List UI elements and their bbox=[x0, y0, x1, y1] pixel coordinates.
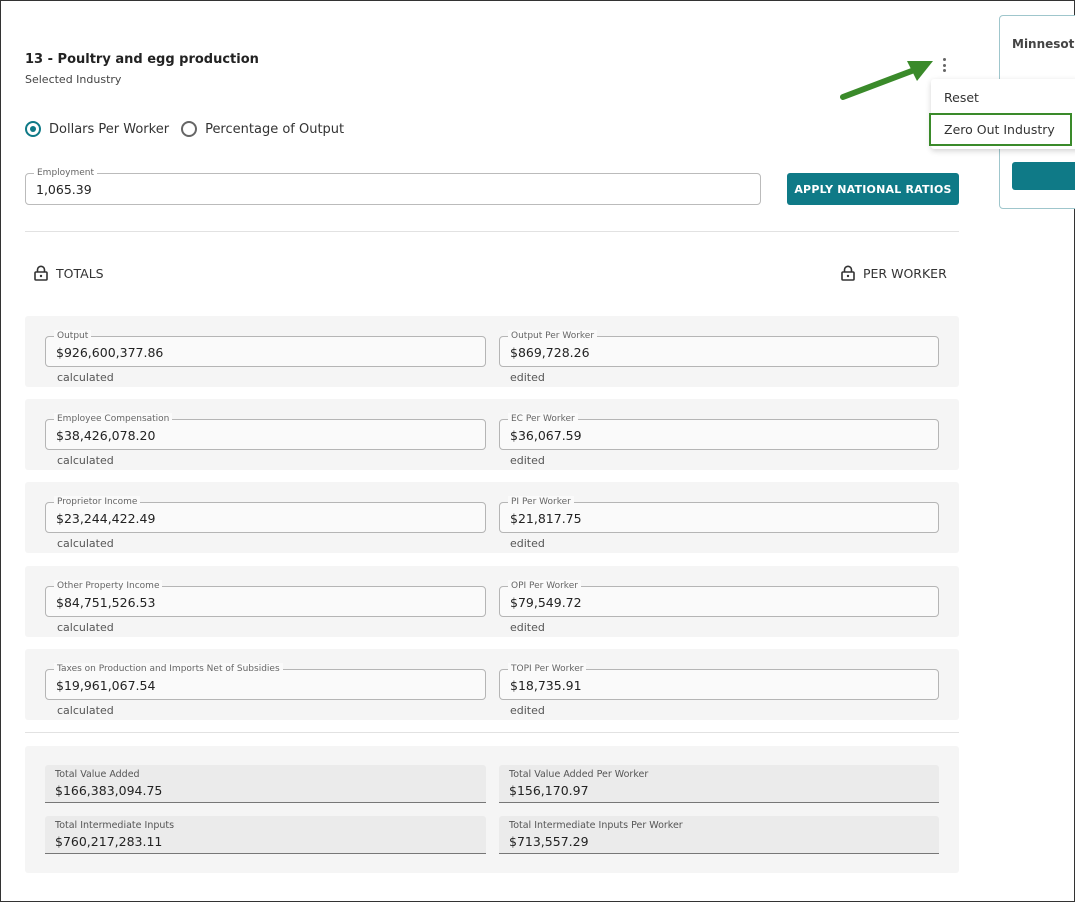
lock-icon bbox=[34, 265, 48, 281]
menu-item-zero-out-industry[interactable]: Zero Out Industry bbox=[929, 113, 1072, 146]
total-intermediate-inputs-field: Total Intermediate Inputs $760,217,283.1… bbox=[45, 816, 486, 854]
percentage-of-output-label[interactable]: Percentage of Output bbox=[205, 122, 344, 137]
field-value: $166,383,094.75 bbox=[55, 783, 163, 798]
field-label: Output Per Worker bbox=[508, 330, 598, 342]
total-value-added-field: Total Value Added $166,383,094.75 bbox=[45, 765, 486, 803]
more-options-icon[interactable] bbox=[937, 56, 951, 74]
output-total-field[interactable]: Output $926,600,377.86 bbox=[45, 330, 486, 367]
field-value: $156,170.97 bbox=[509, 783, 589, 798]
proprietor-income-row: Proprietor Income $23,244,422.49 calcula… bbox=[25, 482, 959, 553]
status-text: edited bbox=[510, 537, 545, 550]
output-row: Output $926,600,377.86 calculated Output… bbox=[25, 316, 959, 387]
employment-label: Employment bbox=[34, 167, 98, 179]
per-worker-label: PER WORKER bbox=[863, 265, 947, 281]
pi-per-worker-field[interactable]: PI Per Worker $21,817.75 bbox=[499, 496, 939, 533]
field-value: $713,557.29 bbox=[509, 834, 589, 849]
field-label: Proprietor Income bbox=[54, 496, 141, 508]
field-value: $18,735.91 bbox=[510, 678, 582, 693]
mode-radio-group: Dollars Per Worker Percentage of Output bbox=[25, 121, 356, 137]
field-value: $926,600,377.86 bbox=[56, 345, 164, 360]
context-menu: Reset Zero Out Industry bbox=[929, 79, 1075, 149]
other-property-income-field[interactable]: Other Property Income $84,751,526.53 bbox=[45, 580, 486, 617]
industry-title: 13 - Poultry and egg production bbox=[25, 52, 259, 67]
divider bbox=[25, 732, 959, 733]
other-property-income-row: Other Property Income $84,751,526.53 cal… bbox=[25, 566, 959, 637]
status-text: edited bbox=[510, 454, 545, 467]
apply-national-ratios-button[interactable]: APPLY NATIONAL RATIOS bbox=[787, 173, 959, 205]
field-value: $84,751,526.53 bbox=[56, 595, 156, 610]
status-text: calculated bbox=[57, 371, 114, 384]
field-label: PI Per Worker bbox=[508, 496, 574, 508]
opi-per-worker-field[interactable]: OPI Per Worker $79,549.72 bbox=[499, 580, 939, 617]
taxes-row: Taxes on Production and Imports Net of S… bbox=[25, 649, 959, 720]
field-label: Employee Compensation bbox=[54, 413, 173, 425]
field-label: TOPI Per Worker bbox=[508, 663, 587, 675]
region-card-button[interactable] bbox=[1012, 162, 1075, 190]
field-label: EC Per Worker bbox=[508, 413, 578, 425]
field-value: $760,217,283.11 bbox=[55, 834, 163, 849]
ec-per-worker-field[interactable]: EC Per Worker $36,067.59 bbox=[499, 413, 939, 450]
employee-compensation-field[interactable]: Employee Compensation $38,426,078.20 bbox=[45, 413, 486, 450]
region-card-title: Minnesot bbox=[1012, 37, 1075, 51]
topi-per-worker-field[interactable]: TOPI Per Worker $18,735.91 bbox=[499, 663, 939, 700]
output-per-worker-field[interactable]: Output Per Worker $869,728.26 bbox=[499, 330, 939, 367]
totals-lock-toggle[interactable]: TOTALS bbox=[34, 265, 104, 281]
status-text: edited bbox=[510, 621, 545, 634]
taxes-field[interactable]: Taxes on Production and Imports Net of S… bbox=[45, 663, 486, 700]
divider bbox=[25, 231, 959, 232]
industry-subtitle: Selected Industry bbox=[25, 73, 122, 86]
status-text: calculated bbox=[57, 704, 114, 717]
annotation-arrow-icon bbox=[840, 61, 933, 100]
field-value: $38,426,078.20 bbox=[56, 428, 156, 443]
per-worker-lock-toggle[interactable]: PER WORKER bbox=[841, 265, 947, 281]
field-value: $79,549.72 bbox=[510, 595, 582, 610]
total-value-added-per-worker-field: Total Value Added Per Worker $156,170.97 bbox=[499, 765, 939, 803]
status-text: edited bbox=[510, 704, 545, 717]
field-label: Total Value Added bbox=[55, 769, 140, 780]
total-intermediate-inputs-per-worker-field: Total Intermediate Inputs Per Worker $71… bbox=[499, 816, 939, 854]
employee-compensation-row: Employee Compensation $38,426,078.20 cal… bbox=[25, 399, 959, 470]
dollars-per-worker-radio[interactable] bbox=[25, 121, 41, 137]
field-value: $869,728.26 bbox=[510, 345, 590, 360]
field-label: Output bbox=[54, 330, 92, 342]
employment-field[interactable]: Employment 1,065.39 bbox=[25, 167, 761, 205]
field-value: $36,067.59 bbox=[510, 428, 582, 443]
field-value: $21,817.75 bbox=[510, 511, 582, 526]
field-label: OPI Per Worker bbox=[508, 580, 581, 592]
status-text: edited bbox=[510, 371, 545, 384]
field-label: Total Intermediate Inputs Per Worker bbox=[509, 820, 683, 831]
employment-value: 1,065.39 bbox=[36, 182, 92, 197]
field-label: Taxes on Production and Imports Net of S… bbox=[54, 663, 283, 675]
dollars-per-worker-label[interactable]: Dollars Per Worker bbox=[49, 122, 169, 137]
summary-block: Total Value Added $166,383,094.75 Total … bbox=[25, 746, 959, 873]
lock-icon bbox=[841, 265, 855, 281]
status-text: calculated bbox=[57, 454, 114, 467]
proprietor-income-field[interactable]: Proprietor Income $23,244,422.49 bbox=[45, 496, 486, 533]
field-value: $23,244,422.49 bbox=[56, 511, 156, 526]
field-label: Total Value Added Per Worker bbox=[509, 769, 649, 780]
percentage-of-output-radio[interactable] bbox=[181, 121, 198, 137]
field-label: Total Intermediate Inputs bbox=[55, 820, 175, 831]
status-text: calculated bbox=[57, 537, 114, 550]
menu-item-reset[interactable]: Reset bbox=[931, 87, 1074, 109]
field-label: Other Property Income bbox=[54, 580, 163, 592]
field-value: $19,961,067.54 bbox=[56, 678, 156, 693]
status-text: calculated bbox=[57, 621, 114, 634]
totals-label: TOTALS bbox=[56, 265, 104, 281]
